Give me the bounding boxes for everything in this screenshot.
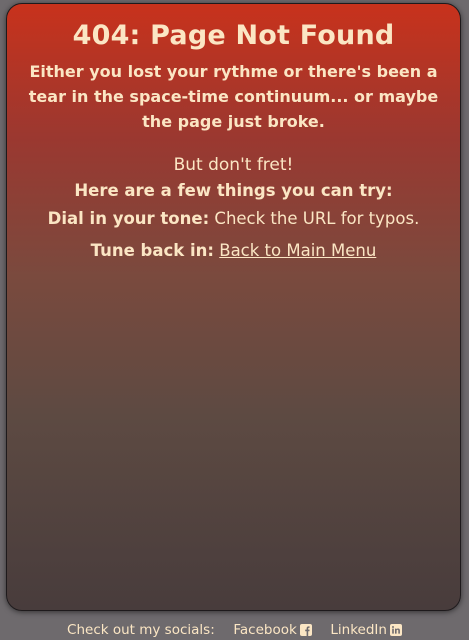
tip-check-url-label: Dial in your tone:	[47, 209, 210, 228]
tip-check-url: Dial in your tone: Check the URL for typ…	[7, 209, 460, 228]
suggestions-heading: Here are a few things you can try:	[74, 181, 393, 200]
linkedin-link-label: LinkedIn	[330, 622, 387, 638]
tip-back-to-menu-label: Tune back in:	[90, 241, 214, 260]
socials-label: Check out my socials:	[67, 622, 215, 638]
back-to-main-menu-link[interactable]: Back to Main Menu	[219, 241, 376, 260]
reassurance-text: But don't fret!	[173, 155, 294, 175]
tip-check-url-text: Check the URL for typos.	[209, 209, 420, 228]
error-card: 404: Page Not Found Either you lost your…	[6, 3, 461, 611]
tip-back-to-menu: Tune back in: Back to Main Menu	[7, 241, 460, 260]
intro-text: Either you lost your rythme or there's b…	[28, 62, 439, 131]
facebook-link[interactable]: Facebook	[233, 622, 312, 638]
linkedin-link[interactable]: LinkedIn	[330, 622, 402, 638]
footer: Check out my socials: Facebook LinkedIn	[0, 622, 469, 640]
page-title: 404: Page Not Found	[72, 20, 395, 51]
facebook-link-label: Facebook	[233, 622, 297, 638]
